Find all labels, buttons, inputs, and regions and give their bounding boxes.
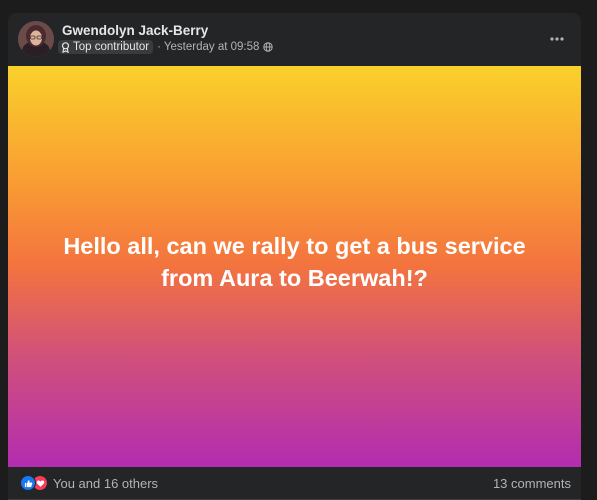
post-body: Hello all, can we rally to get a bus ser… <box>63 232 526 291</box>
meta-separator: · <box>157 41 161 53</box>
contributor-badge[interactable]: Top contributor <box>58 40 154 54</box>
more-horizontal-icon[interactable] <box>545 27 569 51</box>
post-card: Gwendolyn Jack-Berry Top contributor · Y… <box>8 13 581 500</box>
author-name[interactable]: Gwendolyn Jack-Berry <box>62 23 208 38</box>
like-icon <box>20 475 36 491</box>
badge-label: Top contributor <box>73 41 150 53</box>
post-footer: You and 16 others 13 comments <box>8 467 581 500</box>
post-header: Gwendolyn Jack-Berry Top contributor · Y… <box>8 13 581 66</box>
reactions-summary[interactable]: You and 16 others <box>20 475 158 491</box>
contributor-badge-icon <box>61 41 70 53</box>
globe-icon[interactable] <box>263 42 274 52</box>
post-meta: Top contributor · Yesterday at 09:58 <box>58 40 274 54</box>
avatar[interactable] <box>18 21 54 57</box>
post-background: Hello all, can we rally to get a bus ser… <box>8 66 581 467</box>
post-timestamp[interactable]: Yesterday at 09:58 <box>164 41 259 53</box>
reactions-text: You and 16 others <box>53 475 159 491</box>
comments-count[interactable]: 13 comments <box>493 476 571 491</box>
